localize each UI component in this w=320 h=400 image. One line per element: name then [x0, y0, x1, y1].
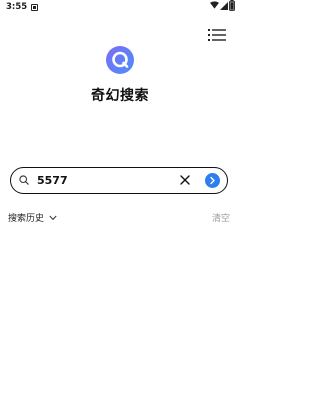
clear-history-button[interactable]: 清空 [212, 211, 230, 224]
signal-icon [220, 2, 228, 10]
menu-list-icon [208, 29, 226, 41]
app-title: 奇幻搜索 [91, 88, 149, 104]
clear-icon[interactable] [180, 175, 190, 185]
battery-icon [229, 0, 235, 11]
status-bar: 3:55 [0, 0, 240, 16]
history-toggle[interactable]: 搜索历史 [8, 211, 57, 224]
search-submit-button[interactable] [205, 173, 220, 188]
history-header: 搜索历史 清空 [8, 211, 230, 225]
arrow-right-icon [210, 176, 215, 185]
search-input[interactable] [37, 172, 177, 188]
app-logo-icon [106, 46, 134, 74]
chevron-down-icon [49, 215, 57, 220]
history-toggle-label: 搜索历史 [8, 214, 45, 224]
wifi-icon [210, 1, 219, 9]
search-icon [19, 175, 29, 185]
search-bar[interactable] [10, 167, 228, 194]
status-time: 3:55 [6, 2, 28, 12]
menu-button[interactable] [208, 27, 226, 41]
notification-icon [31, 4, 38, 11]
